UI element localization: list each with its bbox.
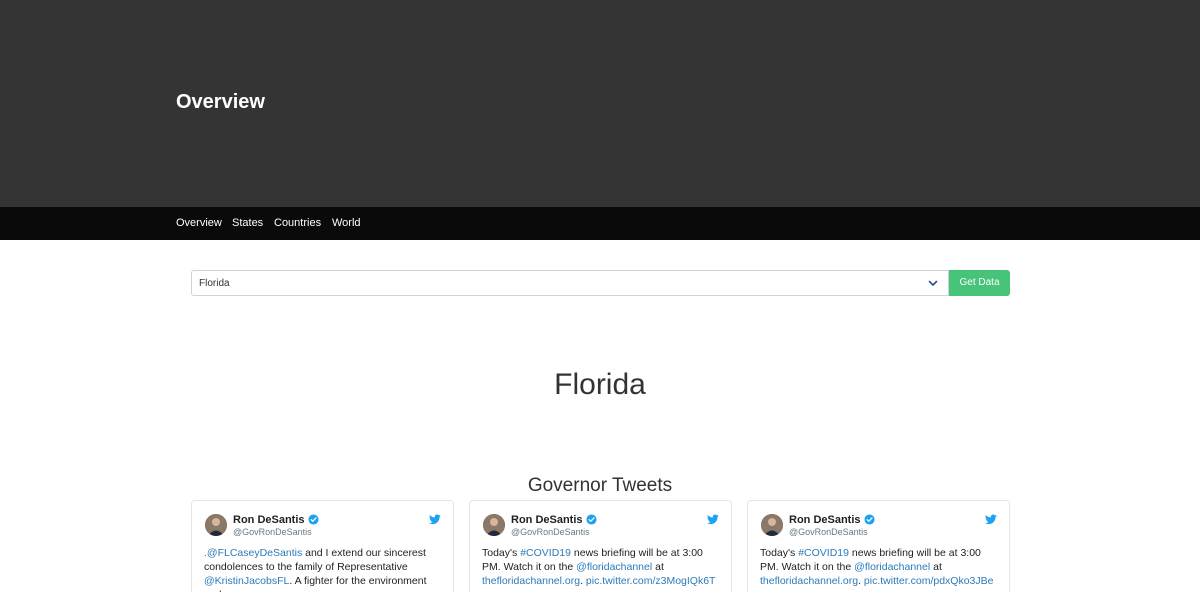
tweet-link[interactable]: thefloridachannel.org: [760, 575, 858, 587]
tweet-text: Today's #COVID19 news briefing will be a…: [760, 546, 1000, 588]
tweet-link[interactable]: @floridachannel: [854, 561, 930, 573]
tweet-text-segment: at: [930, 561, 942, 573]
get-data-button[interactable]: Get Data: [949, 270, 1010, 296]
verified-badge-icon: [308, 514, 319, 525]
tweet-author-name[interactable]: Ron DeSantis: [511, 514, 583, 526]
verified-badge-icon: [586, 514, 597, 525]
nav-link-countries[interactable]: Countries: [274, 217, 321, 229]
tweet-link[interactable]: #COVID19: [520, 547, 571, 559]
verified-badge-icon: [864, 514, 875, 525]
nav-link-overview[interactable]: Overview: [176, 217, 222, 229]
tweet-card[interactable]: Ron DeSantis @GovRonDeSantis .@FLCaseyDe…: [191, 500, 454, 592]
top-navbar: Overview States Countries World: [0, 207, 1200, 240]
tweet-text-segment: Today's: [482, 547, 521, 559]
tweet-text-segment: Today's: [760, 547, 799, 559]
tweet-link[interactable]: @floridachannel: [576, 561, 652, 573]
hero-title: Overview: [176, 91, 265, 113]
tweet-text: Today's #COVID19 news briefing will be a…: [482, 546, 722, 588]
avatar[interactable]: [483, 514, 505, 536]
state-select[interactable]: Florida: [191, 270, 949, 296]
tweet-link[interactable]: .@FLCaseyDeSantis: [204, 547, 302, 559]
state-select-value: Florida: [199, 278, 230, 289]
hero-banner: Overview: [0, 0, 1200, 207]
tweet-link[interactable]: thefloridachannel.org: [482, 575, 580, 587]
twitter-bird-icon[interactable]: [707, 514, 719, 525]
avatar[interactable]: [761, 514, 783, 536]
tweet-link[interactable]: pic.twitter.com/z3MogIQk6T: [586, 575, 716, 587]
tweet-card[interactable]: Ron DeSantis @GovRonDeSantis Today's #CO…: [747, 500, 1010, 592]
tweet-author-name[interactable]: Ron DeSantis: [789, 514, 861, 526]
tweet-card[interactable]: Ron DeSantis @GovRonDeSantis Today's #CO…: [469, 500, 732, 592]
twitter-bird-icon[interactable]: [429, 514, 441, 525]
tweet-author-handle[interactable]: @GovRonDeSantis: [511, 527, 590, 537]
tweet-link[interactable]: @KristinJacobsFL: [204, 575, 289, 587]
state-title: Florida: [554, 368, 646, 401]
nav-link-states[interactable]: States: [232, 217, 263, 229]
tweet-text-segment: at: [652, 561, 664, 573]
tweet-author-handle[interactable]: @GovRonDeSantis: [233, 527, 312, 537]
nav-link-world[interactable]: World: [332, 217, 361, 229]
tweet-link[interactable]: pic.twitter.com/pdxQko3JBe: [864, 575, 994, 587]
tweet-author-handle[interactable]: @GovRonDeSantis: [789, 527, 868, 537]
twitter-bird-icon[interactable]: [985, 514, 997, 525]
tweet-author-name[interactable]: Ron DeSantis: [233, 514, 305, 526]
avatar[interactable]: [205, 514, 227, 536]
tweet-text: .@FLCaseyDeSantis and I extend our since…: [204, 546, 444, 592]
governor-tweets-heading: Governor Tweets: [527, 475, 673, 496]
chevron-down-icon: [928, 280, 938, 286]
tweet-link[interactable]: #COVID19: [798, 547, 849, 559]
